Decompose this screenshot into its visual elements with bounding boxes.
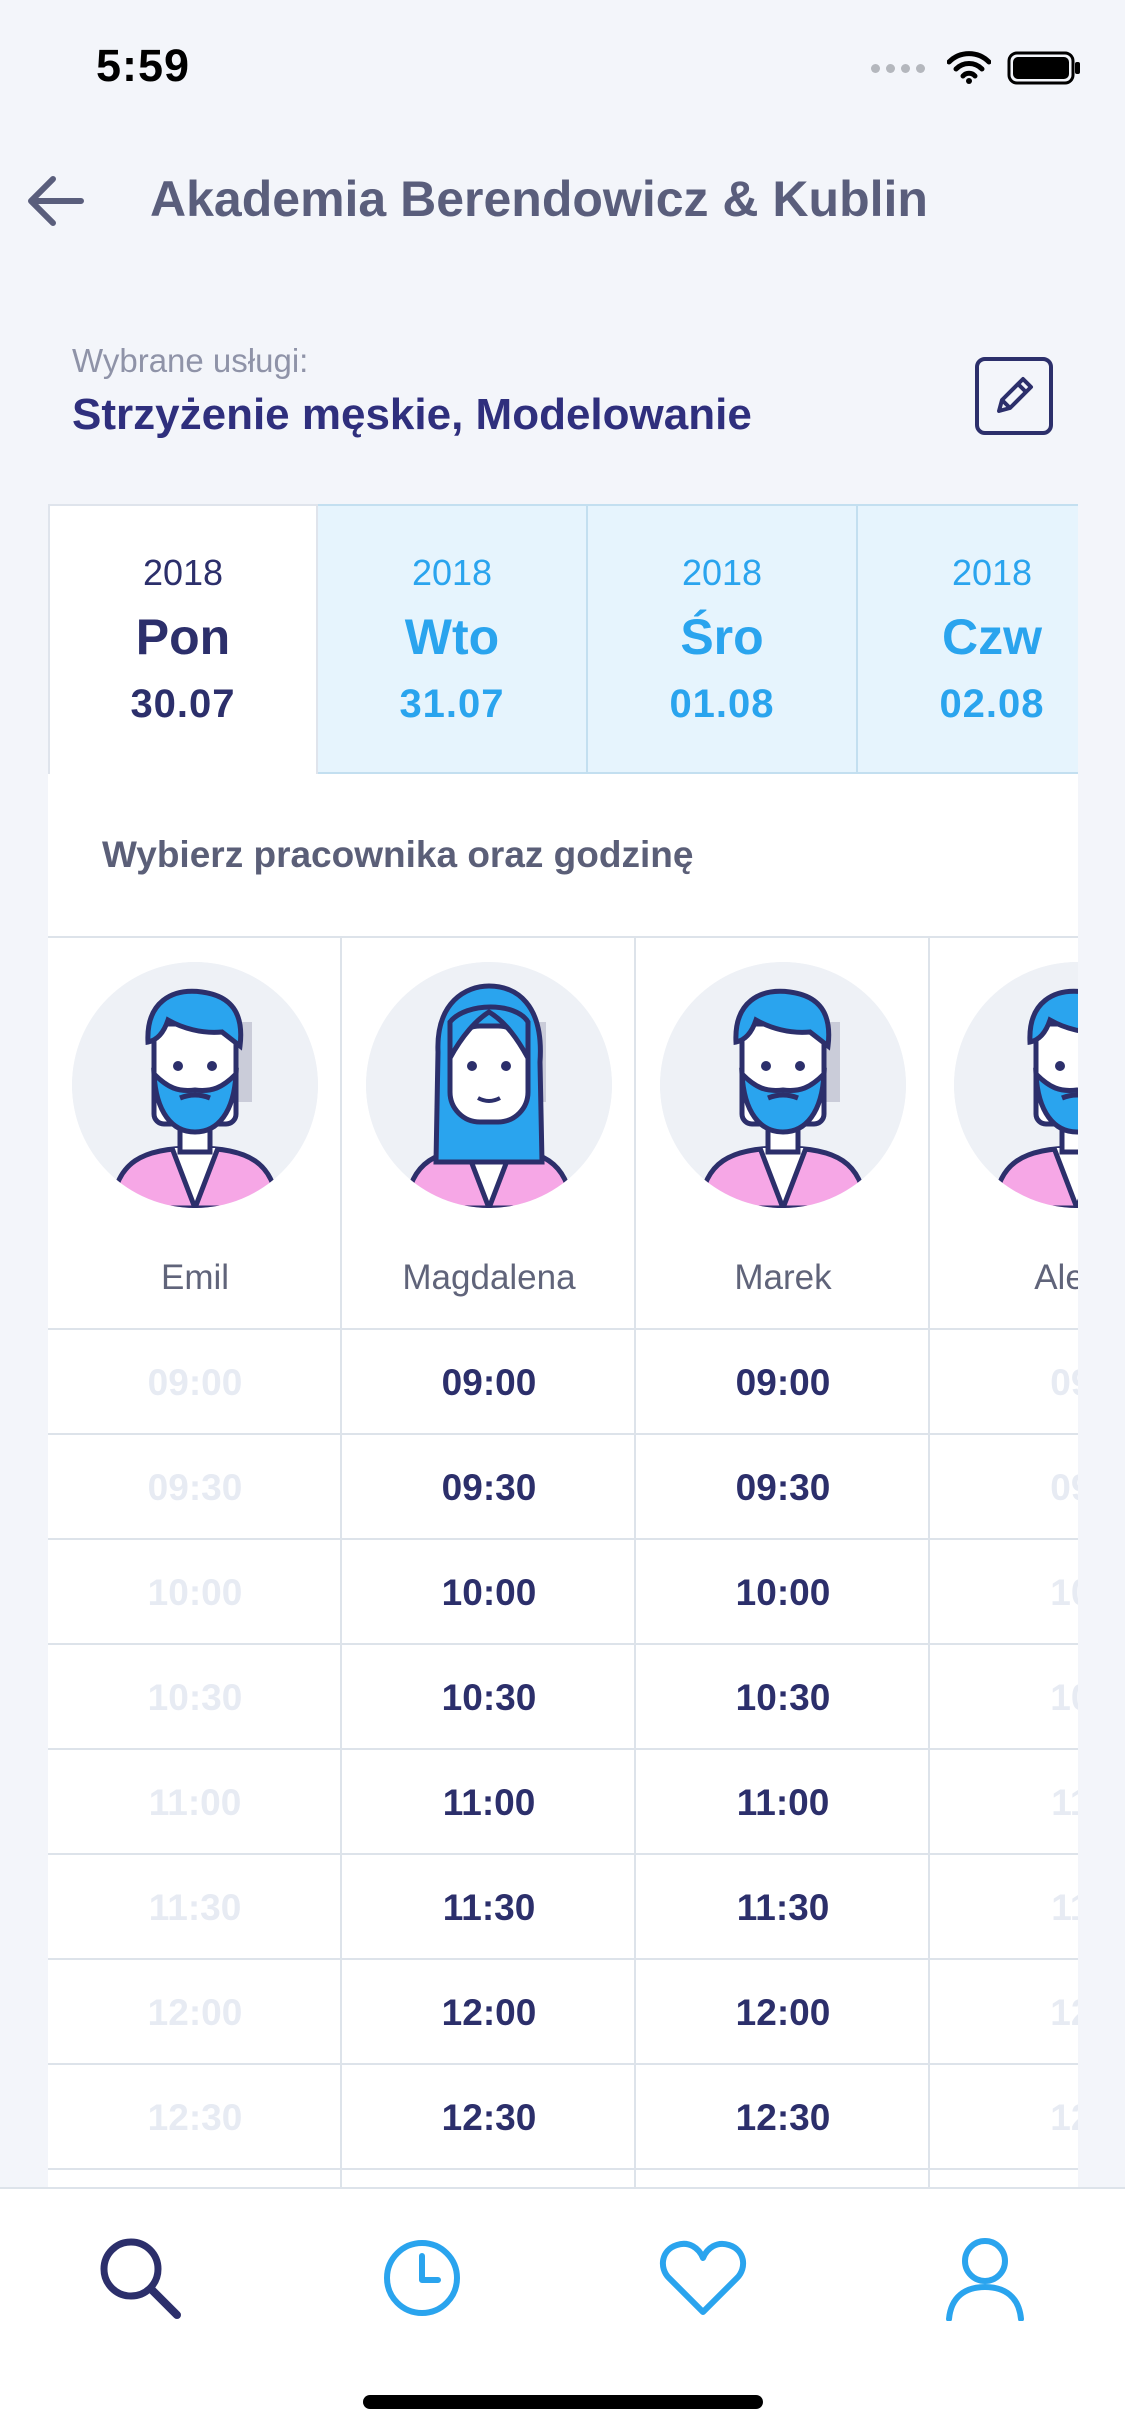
date-tab-2[interactable]: 2018 Śro 01.08 (588, 504, 858, 774)
signal-icon (871, 63, 925, 73)
employee-column: Marek 09:00 09:30 10:00 10:30 11:00 11:30 12:00… (636, 938, 930, 2189)
employee-name: Marek (734, 1258, 832, 1297)
time-slot[interactable]: 09:30 (636, 1435, 930, 1540)
time-slot: 11:30 (48, 1855, 342, 1960)
time-slot: 12: (930, 2065, 1078, 2170)
time-slot: 09:30 (48, 1435, 342, 1540)
time-slot[interactable]: 12:00 (342, 1960, 636, 2065)
clock-icon (384, 2240, 460, 2316)
time-slot: 11: (930, 1855, 1078, 1960)
time-slot[interactable]: 11:30 (342, 1855, 636, 1960)
wifi-icon (947, 51, 991, 84)
tab-favorites[interactable] (648, 2223, 758, 2333)
time-slot: 11:00 (48, 1750, 342, 1855)
employee-header[interactable]: Aleks (930, 938, 1078, 1330)
date-year: 2018 (411, 552, 493, 593)
employee-column: Emil 09:00 09:30 10:00 10:30 11:00 11:30 12:00 1… (48, 938, 342, 2189)
instruction-text: Wybierz pracownika oraz godzinę (102, 834, 694, 875)
time-slot[interactable]: 10:00 (342, 1540, 636, 1645)
time-slot[interactable]: 11:30 (636, 1855, 930, 1960)
time-slot[interactable]: 12:00 (636, 1960, 930, 2065)
time-slot[interactable]: 09:00 (636, 1330, 930, 1435)
date-year: 2018 (951, 552, 1033, 593)
avatar (660, 962, 906, 1208)
date-tabs: 2018 Pon 30.07 2018 Wto 31.07 2018 Śro 0… (48, 504, 1078, 774)
time-slot[interactable]: 11:00 (636, 1750, 930, 1855)
date-day: Wto (404, 609, 500, 665)
date-date: 01.08 (669, 682, 775, 726)
time-slot: 12: (930, 1960, 1078, 2065)
employee-header[interactable]: Magdalena (342, 938, 636, 1330)
date-tab-0[interactable]: 2018 Pon 30.07 (48, 504, 318, 774)
time-slot: 09:00 (48, 1330, 342, 1435)
date-tab-3[interactable]: 2018 Czw 02.08 (858, 504, 1078, 774)
tab-search[interactable] (85, 2223, 195, 2333)
tab-history[interactable] (367, 2223, 477, 2333)
time-slot[interactable]: 09:30 (342, 1435, 636, 1540)
employee-name: Magdalena (402, 1258, 576, 1297)
time-slot: 11: (930, 1750, 1078, 1855)
page-title: Akademia Berendowicz & Kublin (150, 171, 928, 227)
employee-header[interactable]: Marek (636, 938, 930, 1330)
selected-services: Wybrane usługi: Strzyżenie męskie, Model… (72, 342, 1072, 462)
services-value: Strzyżenie męskie, Modelowanie (72, 390, 752, 439)
date-date: 02.08 (939, 682, 1045, 726)
time-slot[interactable]: 10:30 (342, 1645, 636, 1750)
time-slot[interactable]: 09:00 (342, 1330, 636, 1435)
time-slot: 09: (930, 1435, 1078, 1540)
date-day: Czw (942, 609, 1042, 665)
time-slot[interactable]: 12:30 (342, 2065, 636, 2170)
time-slot: 10: (930, 1540, 1078, 1645)
status-bar: 5:59 (0, 0, 1125, 132)
edit-services-button[interactable] (975, 357, 1053, 435)
time-slot: 09: (930, 1330, 1078, 1435)
employee-header[interactable]: Emil (48, 938, 342, 1330)
date-date: 30.07 (130, 682, 236, 726)
status-time: 5:59 (96, 40, 191, 91)
booking-card: 2018 Pon 30.07 2018 Wto 31.07 2018 Śro 0… (48, 504, 1078, 2189)
employee-grid: Emil 09:00 09:30 10:00 10:30 11:00 11:30 12:00 1… (48, 938, 1078, 2189)
date-tab-1[interactable]: 2018 Wto 31.07 (318, 504, 588, 774)
time-slot[interactable]: 10:30 (636, 1645, 930, 1750)
date-year: 2018 (681, 552, 763, 593)
home-indicator (363, 2395, 763, 2409)
avatar (954, 962, 1078, 1208)
pencil-icon (997, 377, 1033, 413)
services-label: Wybrane usługi: (72, 342, 309, 379)
time-slot: 10:30 (48, 1645, 342, 1750)
employee-column: Aleks09:09:10:10:11:11:12:12: (930, 938, 1078, 2189)
employee-column: Magdalena 09:00 09:30 10:00 10:30 11:00 11:30 1… (342, 938, 636, 2189)
time-slot: 10: (930, 1645, 1078, 1750)
time-slot: 12:30 (48, 2065, 342, 2170)
search-icon (100, 2238, 181, 2319)
arrow-left-icon (28, 176, 84, 226)
heart-icon (659, 2240, 747, 2315)
status-icons (871, 48, 1083, 88)
battery-icon (1007, 51, 1080, 85)
avatar (72, 962, 318, 1208)
employee-name: Aleks (1034, 1258, 1078, 1297)
employee-name: Emil (160, 1258, 230, 1297)
date-day: Pon (135, 609, 231, 665)
date-day: Śro (680, 609, 764, 665)
tab-profile[interactable] (930, 2223, 1040, 2333)
header: Akademia Berendowicz & Kublin (0, 150, 1125, 250)
date-date: 31.07 (399, 682, 505, 726)
date-year: 2018 (142, 552, 224, 593)
avatar (366, 962, 612, 1208)
back-button[interactable] (18, 164, 92, 238)
time-slot[interactable]: 12:30 (636, 2065, 930, 2170)
time-slot: 10:00 (48, 1540, 342, 1645)
time-slot[interactable]: 10:00 (636, 1540, 930, 1645)
user-icon (946, 2238, 1024, 2321)
time-slot[interactable]: 11:00 (342, 1750, 636, 1855)
instruction-row: Wybierz pracownika oraz godzinę (48, 774, 1078, 938)
time-slot: 12:00 (48, 1960, 342, 2065)
